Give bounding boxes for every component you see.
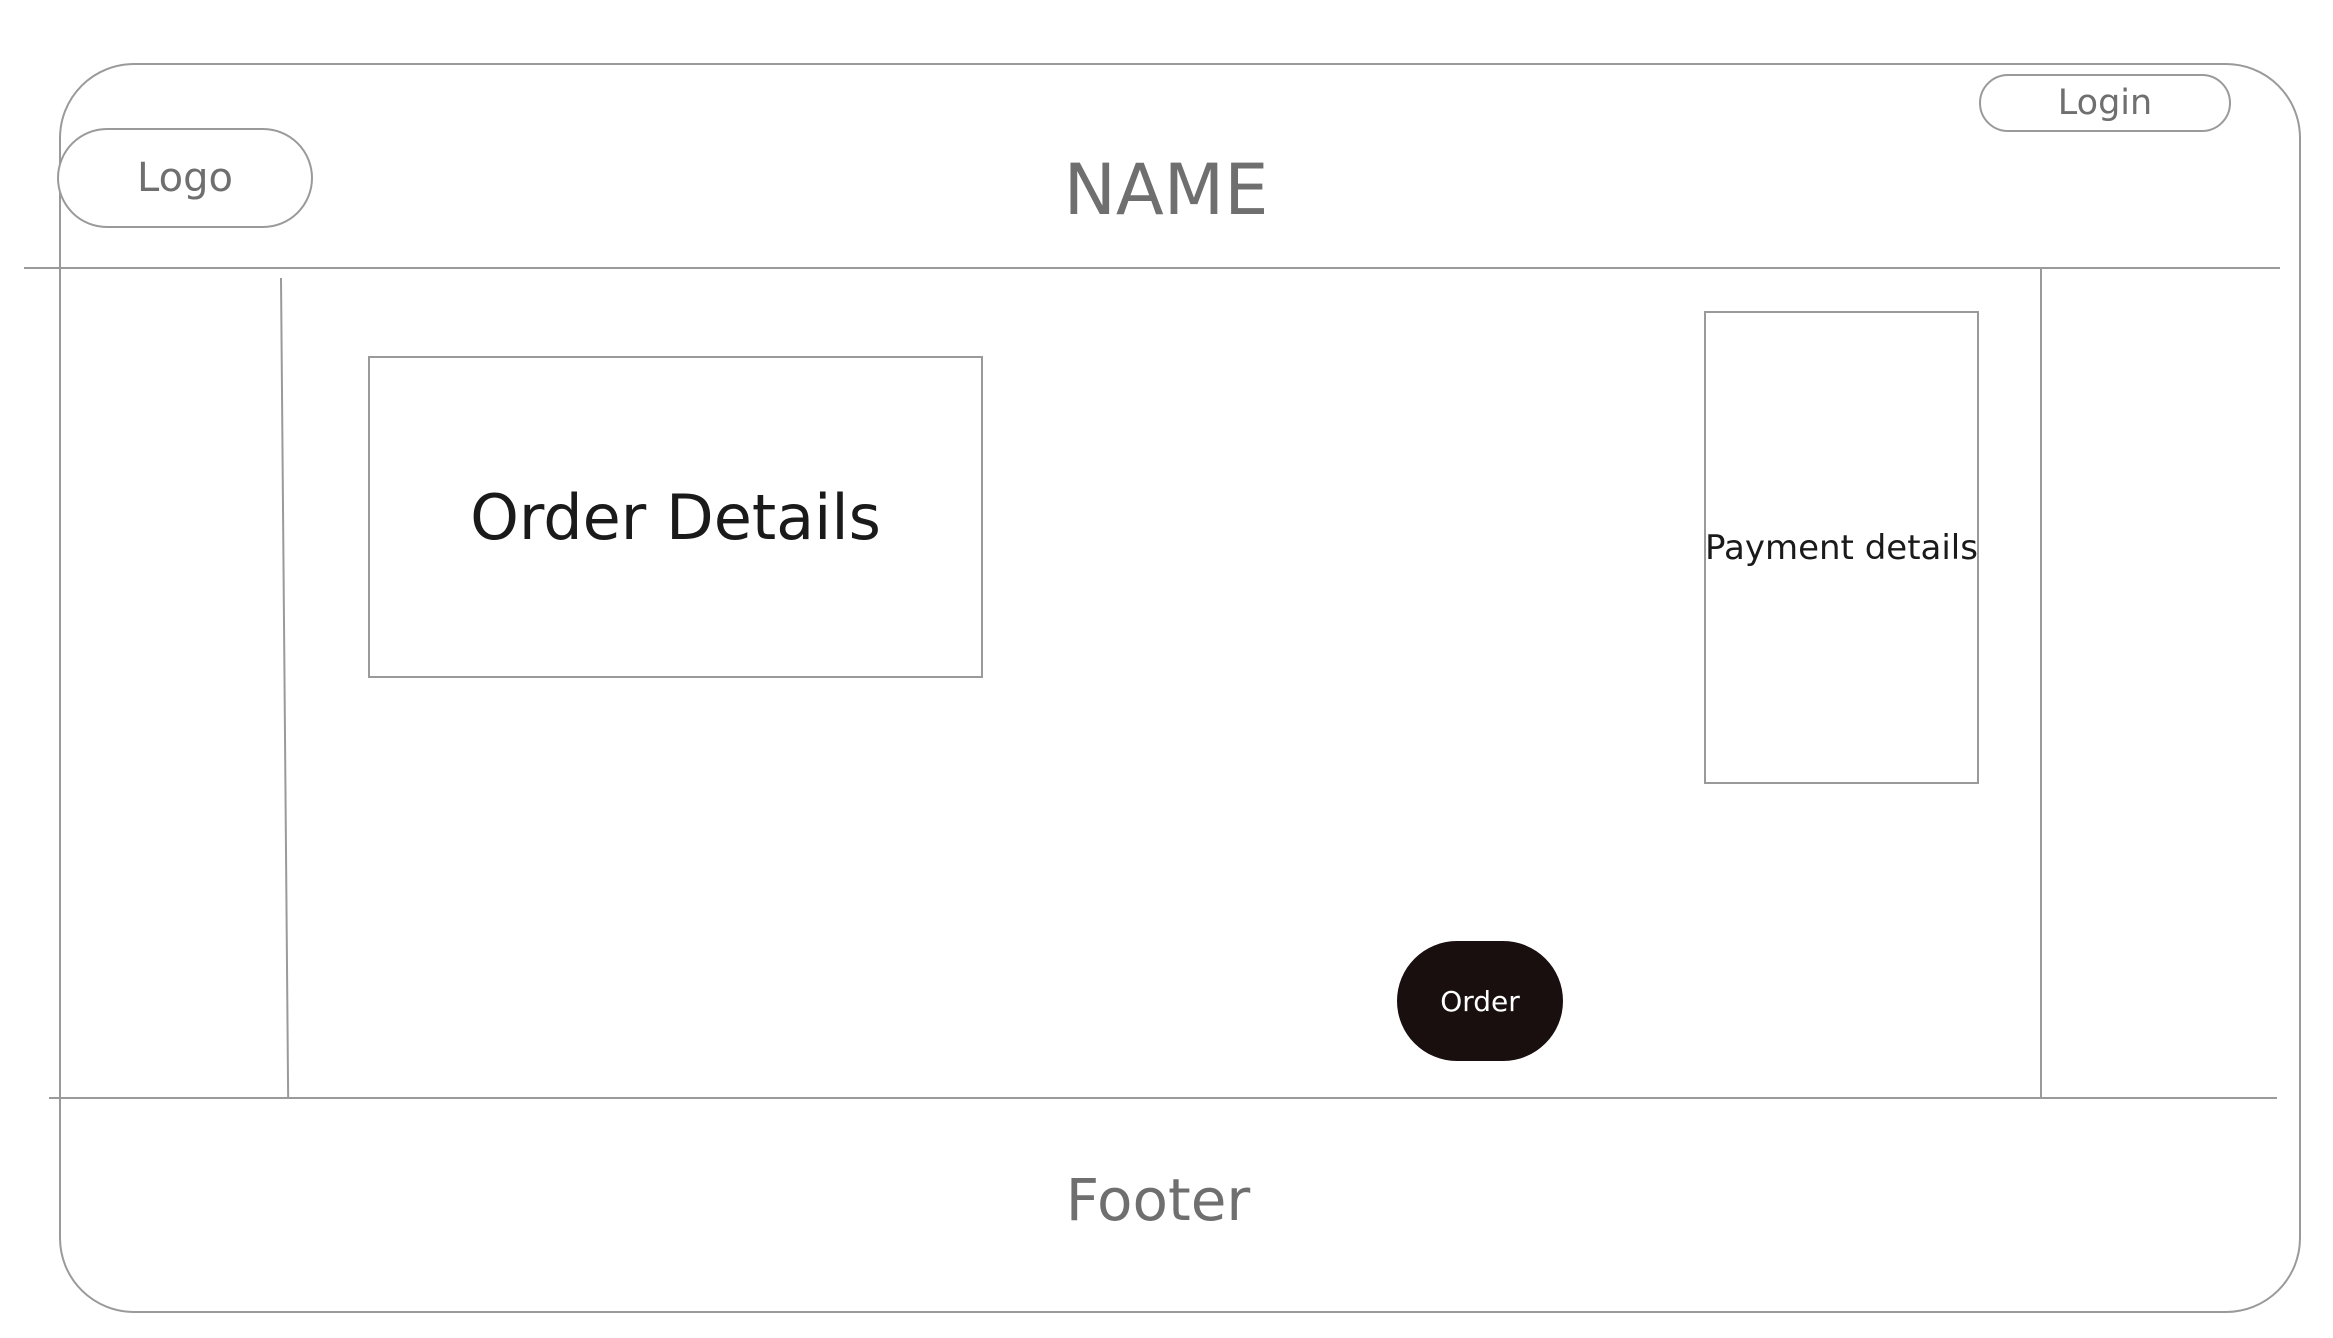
payment-details-panel: Payment details [1704,311,1979,784]
order-details-label: Order Details [470,480,881,554]
payment-details-label: Payment details [1705,527,1978,568]
page-title: NAME [1063,149,1269,231]
order-button[interactable]: Order [1397,941,1563,1061]
footer-label: Footer [1065,1166,1251,1234]
order-details-panel: Order Details [368,356,983,678]
login-button[interactable]: Login [1979,74,2231,132]
logo[interactable]: Logo [57,128,313,228]
footer-divider [49,1097,2277,1099]
header-divider [24,267,2280,269]
order-button-label: Order [1440,984,1520,1018]
right-sidebar-divider [2040,268,2042,1097]
